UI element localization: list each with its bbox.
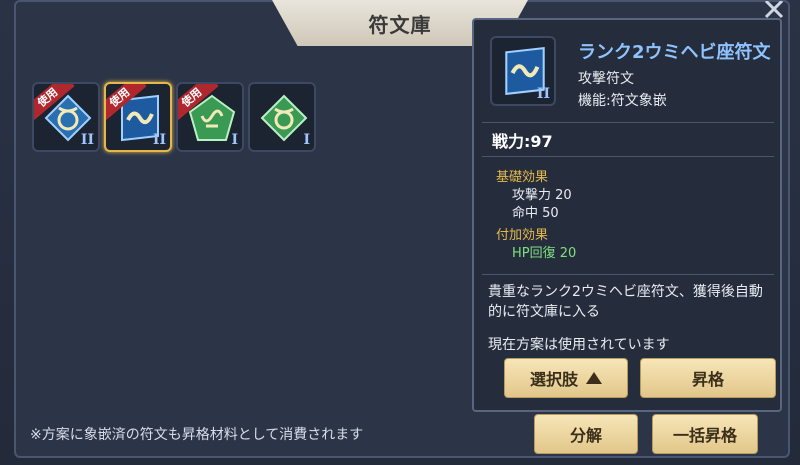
upgrade-button-label: 昇格	[691, 370, 724, 389]
rune-slot-1[interactable]: 使用 II	[32, 82, 100, 152]
rune-slot-grid: 使用 II 使用 II 使用 I I	[32, 82, 316, 152]
tier-label: II	[152, 132, 166, 148]
triangle-up-icon	[586, 372, 602, 384]
extra-effect-title: 付加効果	[496, 228, 549, 243]
rune-slot-4[interactable]: I	[248, 82, 316, 152]
close-icon	[764, 1, 784, 19]
tooltip-rune-icon-frame: II	[490, 36, 556, 106]
divider	[482, 122, 774, 123]
rune-name: ランク2ウミヘビ座符文	[578, 42, 771, 63]
bulk-upgrade-button-label: 一括昇格	[672, 426, 737, 445]
tier-label: II	[80, 132, 94, 148]
decompose-button[interactable]: 分解	[534, 414, 638, 454]
combat-power: 戦力:97	[492, 132, 553, 151]
horn-rune-icon	[260, 94, 308, 142]
bulk-upgrade-button[interactable]: 一括昇格	[652, 414, 758, 454]
extra-effect-line: HP回復 20	[512, 246, 577, 261]
base-effect-line: 命中 50	[512, 206, 559, 221]
select-options-label: 選択肢	[529, 370, 578, 389]
base-effect-line: 攻撃力 20	[512, 188, 572, 203]
divider	[482, 156, 774, 157]
tier-label: I	[303, 132, 310, 148]
tooltip-tier-label: II	[536, 86, 550, 102]
game-background: 符文庫 使用 II 使用 II 使用 I I ※方案に象嵌済の符文も昇格材料とし…	[0, 0, 800, 465]
rune-function: 機能:符文象嵌	[578, 93, 667, 109]
rune-detail-tooltip: II ランク2ウミヘビ座符文 攻撃符文 機能:符文象嵌 戦力:97 基礎効果 攻…	[472, 18, 782, 412]
tier-label: I	[231, 132, 238, 148]
footer-note: ※方案に象嵌済の符文も昇格材料として消費されます	[30, 427, 364, 443]
window-title: 符文庫	[368, 12, 432, 37]
rune-description: 貴重なランク2ウミヘビ座符文、獲得後自動的に符文庫に入る	[488, 284, 763, 320]
divider	[482, 274, 774, 275]
decompose-button-label: 分解	[569, 426, 602, 445]
plan-status: 現在方案は使用されています	[488, 337, 670, 353]
select-options-button[interactable]: 選択肢	[504, 358, 628, 398]
close-button[interactable]	[754, 0, 794, 20]
base-effect-title: 基礎効果	[496, 170, 549, 185]
rune-slot-3[interactable]: 使用 I	[176, 82, 244, 152]
rune-slot-2[interactable]: 使用 II	[104, 82, 172, 152]
upgrade-button[interactable]: 昇格	[640, 358, 776, 398]
tooltip-header: II ランク2ウミヘビ座符文 攻撃符文 機能:符文象嵌	[474, 20, 780, 130]
rune-type: 攻撃符文	[578, 71, 634, 87]
